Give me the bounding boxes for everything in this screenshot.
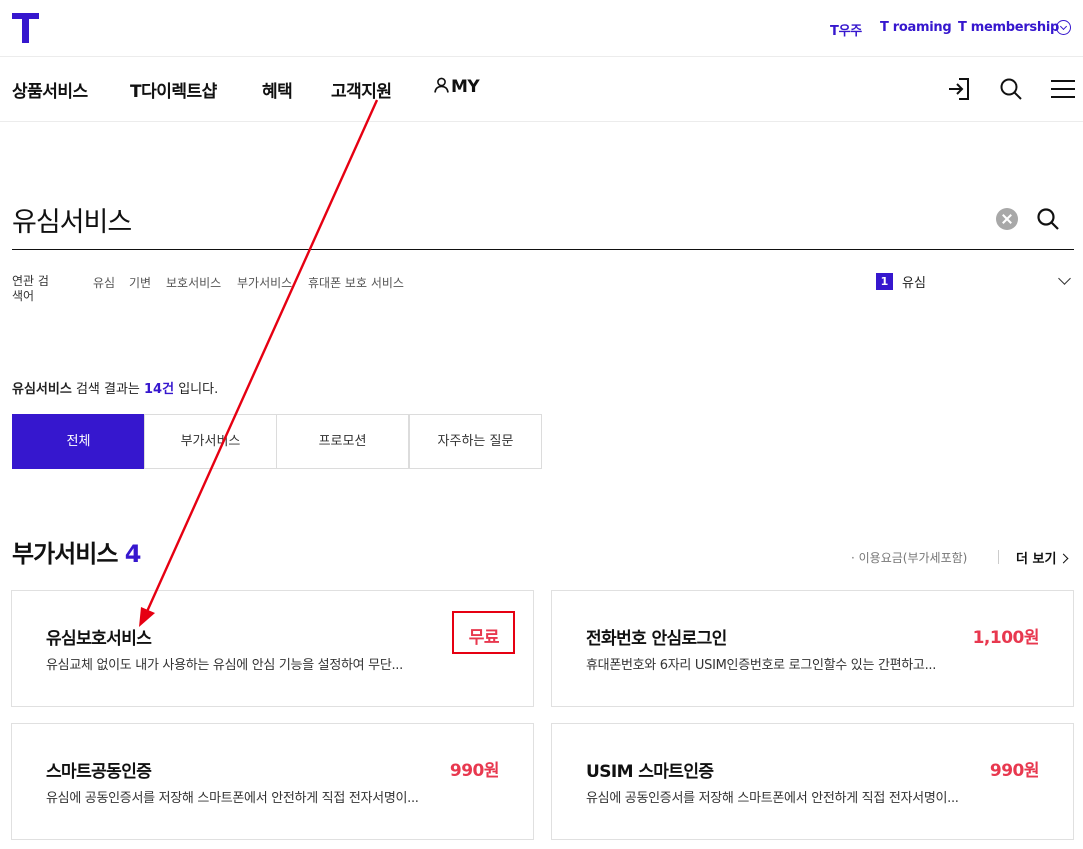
top-utility-bar: T우주 T roaming T membership <box>0 0 1083 57</box>
related-keyword[interactable]: 기변 <box>129 274 151 291</box>
card-title: USIM 스마트인증 <box>586 762 714 782</box>
user-icon <box>434 77 449 93</box>
result-summary: 유심서비스 검색 결과는 14건 입니다. <box>12 382 219 397</box>
related-keyword[interactable]: 부가서비스 <box>237 274 292 291</box>
search-icon[interactable] <box>998 76 1024 102</box>
nav-my-label: MY <box>451 77 480 97</box>
search-underline <box>12 249 1074 250</box>
search-submit-icon[interactable] <box>1036 207 1060 231</box>
t-universe-link[interactable]: T우주 <box>830 20 862 39</box>
nav-products[interactable]: 상품서비스 <box>12 77 88 102</box>
card-description: 유심교체 없이도 내가 사용하는 유심에 안심 기능을 설정하여 무단... <box>46 658 403 673</box>
divider <box>998 550 999 564</box>
highlight-box <box>452 611 515 654</box>
card-description: 휴대폰번호와 6자리 USIM인증번호로 로그인할수 있는 간편하고... <box>586 658 937 673</box>
chevron-down-icon[interactable] <box>1058 272 1071 285</box>
card-price: 990원 <box>449 761 500 781</box>
clear-search-icon[interactable] <box>996 208 1018 230</box>
service-card[interactable]: USIM 스마트인증 990원 유심에 공동인증서를 저장해 스마트폰에서 안전… <box>551 723 1074 840</box>
service-card[interactable]: 유심보호서비스 무료 유심교체 없이도 내가 사용하는 유심에 안심 기능을 설… <box>11 590 534 707</box>
card-title: 스마트공동인증 <box>46 762 152 782</box>
more-link[interactable]: 더 보기 <box>1016 548 1067 567</box>
t-logo[interactable] <box>12 13 39 43</box>
card-price: 990원 <box>989 761 1040 781</box>
section-title: 부가서비스 4 <box>12 540 141 568</box>
nav-customer-support[interactable]: 고객지원 <box>331 77 392 102</box>
card-title: 전화번호 안심로그인 <box>586 629 727 649</box>
related-keyword[interactable]: 보호서비스 <box>166 274 221 291</box>
card-description: 유심에 공동인증서를 저장해 스마트폰에서 안전하게 직접 전자서명이... <box>46 791 419 806</box>
card-title: 유심보호서비스 <box>46 629 152 649</box>
t-membership-link[interactable]: T membership <box>958 20 1059 35</box>
menu-icon[interactable] <box>1050 76 1076 102</box>
nav-tdirect-shop[interactable]: T다이렉트샵 <box>130 77 217 102</box>
service-card[interactable]: 전화번호 안심로그인 1,100원 휴대폰번호와 6자리 USIM인증번호로 로… <box>551 590 1074 707</box>
chevron-down-icon[interactable] <box>1056 20 1071 35</box>
related-keywords-label: 연관 검색어 <box>12 274 49 303</box>
tab-all[interactable]: 전체 <box>12 414 145 469</box>
t-roaming-link[interactable]: T roaming <box>880 20 952 35</box>
tab-faq[interactable]: 자주하는 질문 <box>409 414 542 469</box>
price-note: · 이용요금(부가세포함) <box>851 551 968 565</box>
card-price: 1,100원 <box>972 628 1040 648</box>
related-keyword[interactable]: 휴대폰 보호 서비스 <box>308 274 404 291</box>
login-icon[interactable] <box>946 76 972 102</box>
popular-rank-badge: 1 <box>876 273 893 290</box>
tab-addon-services[interactable]: 부가서비스 <box>144 414 277 469</box>
related-keyword[interactable]: 유심 <box>93 274 115 291</box>
search-input[interactable] <box>12 190 952 248</box>
main-navigation: 상품서비스 T다이렉트샵 혜택 고객지원 MY <box>0 56 1083 122</box>
nav-my[interactable]: MY <box>434 77 480 97</box>
nav-benefits[interactable]: 혜택 <box>262 77 293 102</box>
service-card[interactable]: 스마트공동인증 990원 유심에 공동인증서를 저장해 스마트폰에서 안전하게 … <box>11 723 534 840</box>
popular-keyword[interactable]: 유심 <box>902 272 926 291</box>
card-description: 유심에 공동인증서를 저장해 스마트폰에서 안전하게 직접 전자서명이... <box>586 791 959 806</box>
tab-promotions[interactable]: 프로모션 <box>276 414 409 469</box>
